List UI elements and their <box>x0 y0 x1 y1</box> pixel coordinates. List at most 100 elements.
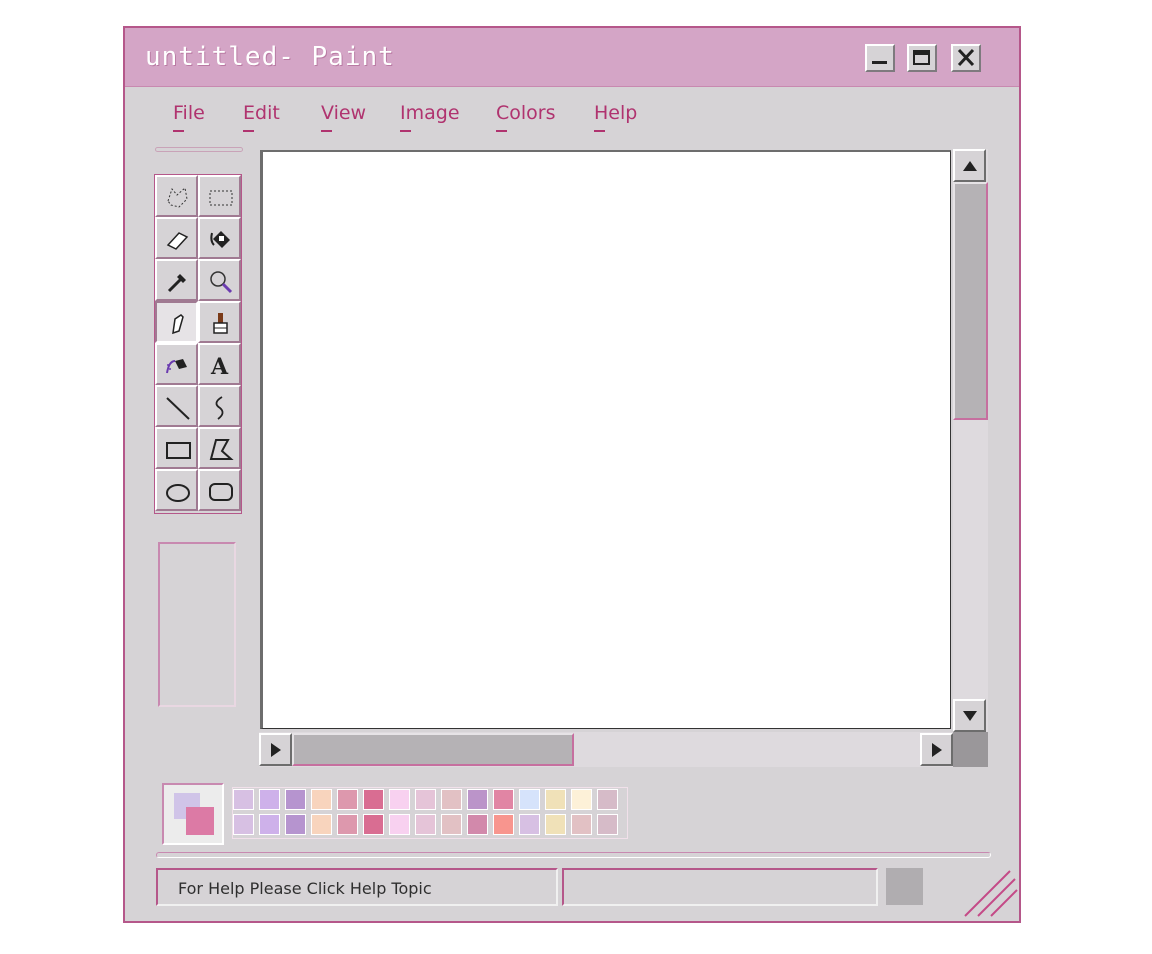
tool-pencil[interactable] <box>155 301 198 343</box>
tool-curve[interactable] <box>198 385 241 427</box>
palette-swatch[interactable] <box>363 814 384 835</box>
rectangle-icon <box>166 442 191 459</box>
status-coords-panel <box>562 868 878 906</box>
tool-line[interactable] <box>155 385 198 427</box>
palette-swatch[interactable] <box>519 814 540 835</box>
tool-free-form-select[interactable] <box>155 175 198 217</box>
arrow-up-icon <box>963 161 977 171</box>
tool-options-panel[interactable] <box>158 542 236 707</box>
menu-image[interactable]: Image <box>400 102 460 132</box>
status-separator <box>156 852 991 858</box>
tool-ellipse[interactable] <box>155 469 198 511</box>
palette-swatch[interactable] <box>389 789 410 810</box>
palette-swatch[interactable] <box>597 814 618 835</box>
arrow-right-icon <box>932 743 942 757</box>
status-size-panel <box>886 868 923 905</box>
scroll-left-button[interactable] <box>259 733 292 766</box>
palette-swatch[interactable] <box>363 789 384 810</box>
menu-edit[interactable]: Edit <box>243 102 280 132</box>
maximize-icon <box>913 50 930 65</box>
horizontal-scrollbar[interactable] <box>259 732 953 767</box>
tool-rectangle[interactable] <box>155 427 198 469</box>
vertical-scrollbar[interactable] <box>953 149 988 732</box>
tool-fill[interactable] <box>198 217 241 259</box>
palette-swatch[interactable] <box>311 789 332 810</box>
menu-colors[interactable]: Colors <box>496 102 556 132</box>
scroll-down-button[interactable] <box>953 699 986 732</box>
palette-swatch[interactable] <box>415 789 436 810</box>
palette-swatch[interactable] <box>571 814 592 835</box>
palette-swatch[interactable] <box>259 789 280 810</box>
magnifier-icon <box>210 271 233 294</box>
vertical-scroll-thumb[interactable] <box>953 182 988 420</box>
palette-swatch[interactable] <box>285 789 306 810</box>
menu-bar: File Edit View Image Colors Help <box>125 86 1019 136</box>
color-palette <box>232 787 628 839</box>
palette-swatch[interactable] <box>597 789 618 810</box>
palette-swatch[interactable] <box>467 789 488 810</box>
arrow-right-icon <box>271 743 281 757</box>
palette-swatch[interactable] <box>519 789 540 810</box>
window-title: untitled- Paint <box>145 42 395 72</box>
palette-swatch[interactable] <box>285 814 306 835</box>
menu-file[interactable]: File <box>173 102 205 132</box>
svg-text:A: A <box>210 354 229 379</box>
tool-eraser[interactable] <box>155 217 198 259</box>
rounded-rect-icon <box>209 483 233 501</box>
palette-swatch[interactable] <box>571 789 592 810</box>
palette-swatch[interactable] <box>311 814 332 835</box>
maximize-button[interactable] <box>907 44 937 72</box>
background-color[interactable] <box>186 807 214 835</box>
fill-bucket-icon <box>210 231 230 248</box>
palette-swatch[interactable] <box>493 789 514 810</box>
tool-brush[interactable] <box>198 301 241 343</box>
tool-text[interactable]: A <box>198 343 241 385</box>
color-picker-icon <box>167 274 186 293</box>
tool-color-picker[interactable] <box>155 259 198 301</box>
free-form-select-icon <box>167 187 188 208</box>
palette-swatch[interactable] <box>467 814 488 835</box>
drawing-canvas[interactable] <box>260 150 951 729</box>
airbrush-icon <box>166 359 187 374</box>
status-help-text: For Help Please Click Help Topic <box>178 879 432 898</box>
title-bar[interactable]: untitled- Paint <box>125 28 1019 87</box>
scroll-corner <box>953 732 988 767</box>
menu-view[interactable]: View <box>321 102 366 132</box>
toolbox: A <box>154 174 242 514</box>
scroll-right-button[interactable] <box>920 733 953 766</box>
tool-rect-select[interactable] <box>198 175 241 217</box>
close-icon <box>957 48 975 67</box>
minimize-icon <box>872 61 887 64</box>
toolbox-grip <box>155 147 243 152</box>
tool-magnifier[interactable] <box>198 259 241 301</box>
palette-swatch[interactable] <box>337 814 358 835</box>
palette-swatch[interactable] <box>233 814 254 835</box>
palette-swatch[interactable] <box>415 814 436 835</box>
polygon-icon <box>209 439 234 460</box>
palette-swatch[interactable] <box>493 814 514 835</box>
minimize-button[interactable] <box>865 44 895 72</box>
close-button[interactable] <box>951 44 981 72</box>
text-icon: A <box>210 354 229 379</box>
curve-icon <box>215 396 224 420</box>
tool-polygon[interactable] <box>198 427 241 469</box>
tool-airbrush[interactable] <box>155 343 198 385</box>
palette-swatch[interactable] <box>441 814 462 835</box>
palette-swatch[interactable] <box>259 814 280 835</box>
arrow-down-icon <box>963 711 977 721</box>
palette-swatch[interactable] <box>545 814 566 835</box>
scroll-up-button[interactable] <box>953 149 986 182</box>
current-colors[interactable] <box>162 783 224 845</box>
resize-grip-icon[interactable] <box>960 866 1020 918</box>
palette-swatch[interactable] <box>441 789 462 810</box>
menu-help[interactable]: Help <box>594 102 637 132</box>
ellipse-icon <box>166 484 190 502</box>
palette-swatch[interactable] <box>545 789 566 810</box>
tool-rounded-rect[interactable] <box>198 469 241 511</box>
brush-icon <box>213 313 228 334</box>
palette-swatch[interactable] <box>389 814 410 835</box>
status-help-panel: For Help Please Click Help Topic <box>156 868 558 906</box>
palette-swatch[interactable] <box>233 789 254 810</box>
palette-swatch[interactable] <box>337 789 358 810</box>
horizontal-scroll-thumb[interactable] <box>292 733 574 766</box>
